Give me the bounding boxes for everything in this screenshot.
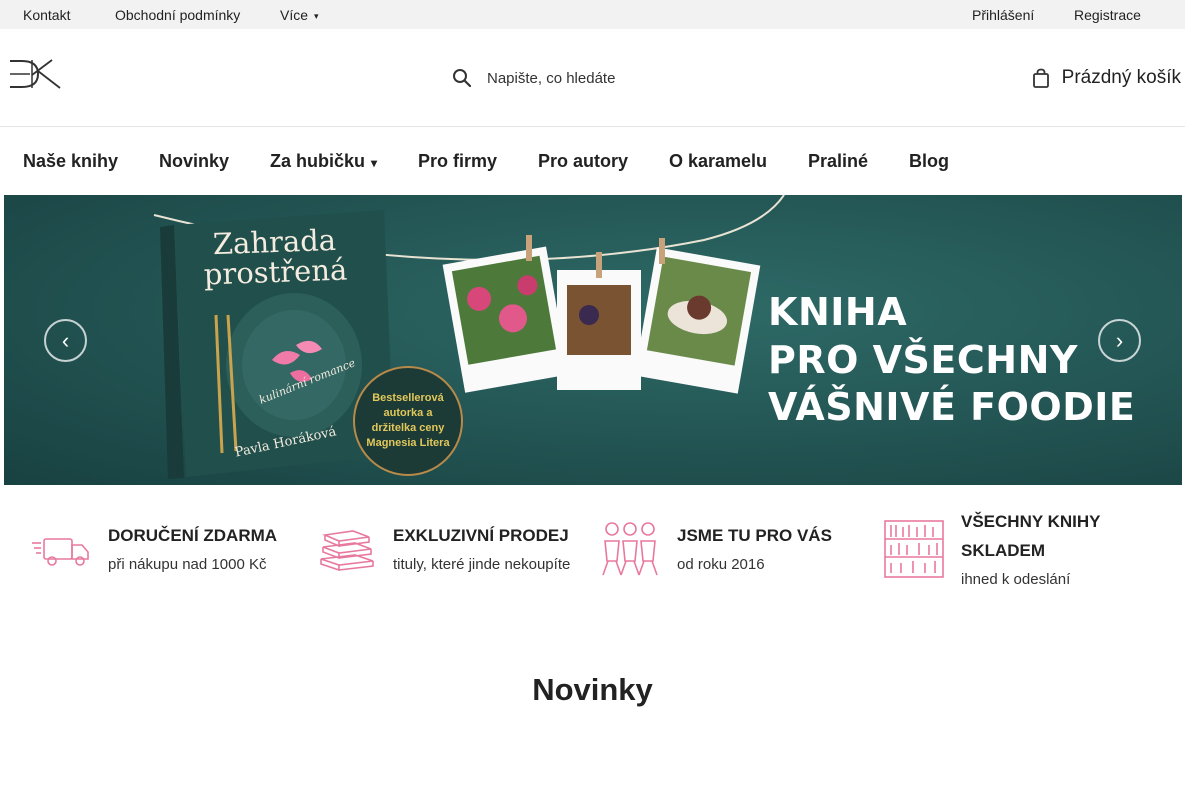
section-title-novinky: Novinky xyxy=(532,672,653,707)
nav-item-blog[interactable]: Blog xyxy=(909,151,949,172)
nav-item-nase-knihy[interactable]: Naše knihy xyxy=(23,151,118,172)
feature-subtitle: tituly, které jinde nekoupíte xyxy=(393,556,571,573)
features-strip: DORUČENÍ ZDARMA při nákupu nad 1000 Kč E… xyxy=(0,500,1185,610)
book-cover-title: Zahrada prostřená xyxy=(203,222,348,292)
award-badge-text: Bestsellerová autorka a držitelka ceny M… xyxy=(366,392,450,449)
nav-item-praline[interactable]: Praliné xyxy=(808,151,868,172)
banner-headline-line-2: PRO VŠECHNY xyxy=(768,337,1078,382)
bookshelf-icon xyxy=(884,520,944,578)
chevron-left-icon: ‹ xyxy=(61,327,70,353)
banner-headline: KNIHA PRO VŠECHNY VÁŠNIVÉ FOODIE xyxy=(768,289,1135,432)
chevron-down-icon: ▾ xyxy=(314,11,319,21)
banner-headline-line-1: KNIHA xyxy=(768,290,908,334)
search-input[interactable]: Napište, co hledáte xyxy=(487,70,615,87)
shopping-bag-icon xyxy=(1032,68,1049,88)
award-badge: Bestsellerová autorka a držitelka ceny M… xyxy=(353,366,463,476)
delivery-truck-icon xyxy=(32,538,89,566)
cart-label: Prázdný košík xyxy=(1061,67,1181,88)
feature-title: JSME TU PRO VÁS xyxy=(677,526,832,545)
site-header: Napište, co hledáte Prázdný košík xyxy=(0,29,1185,127)
nav-item-za-hubicku[interactable]: Za hubičku ▾ xyxy=(270,151,377,172)
nav-item-za-hubicku-label: Za hubičku xyxy=(270,151,366,171)
feature-support: JSME TU PRO VÁS od roku 2016 xyxy=(599,500,832,600)
search-bar[interactable]: Napište, co hledáte xyxy=(452,65,712,91)
cart-button[interactable]: Prázdný košík xyxy=(1032,65,1181,91)
topbar-more-menu[interactable]: Více ▾ xyxy=(280,7,319,23)
carousel-next-button[interactable]: › xyxy=(1098,319,1141,362)
feature-title: EXKLUZIVNÍ PRODEJ xyxy=(393,526,569,545)
logo-mark xyxy=(10,59,61,89)
feature-text: EXKLUZIVNÍ PRODEJ tituly, které jinde ne… xyxy=(393,521,570,579)
banner-headline-line-3: VÁŠNIVÉ FOODIE xyxy=(768,385,1136,429)
nav-item-pro-firmy[interactable]: Pro firmy xyxy=(418,151,497,172)
feature-exclusive-sale: EXKLUZIVNÍ PRODEJ tituly, které jinde ne… xyxy=(315,500,570,600)
feature-in-stock: VŠECHNY KNIHY SKLADEM ihned k odeslání xyxy=(883,500,1121,600)
books-stack-icon xyxy=(320,530,374,572)
topbar-link-kontakt[interactable]: Kontakt xyxy=(23,7,70,23)
carousel-prev-button[interactable]: ‹ xyxy=(44,319,87,362)
search-icon[interactable] xyxy=(452,68,472,88)
feature-title: DORUČENÍ ZDARMA xyxy=(108,526,278,545)
feature-free-delivery: DORUČENÍ ZDARMA při nákupu nad 1000 Kč xyxy=(30,500,277,600)
register-link[interactable]: Registrace xyxy=(1074,7,1141,23)
feature-text: JSME TU PRO VÁS od roku 2016 xyxy=(677,521,832,579)
chevron-right-icon: › xyxy=(1115,327,1124,353)
login-link[interactable]: Přihlášení xyxy=(972,7,1034,23)
hero-carousel[interactable]: Zahrada prostřená kulinární romance Pavl… xyxy=(4,195,1182,485)
feature-text: DORUČENÍ ZDARMA při nákupu nad 1000 Kč xyxy=(108,521,277,579)
topbar-more-label: Více xyxy=(280,7,309,23)
feature-subtitle: od roku 2016 xyxy=(677,556,765,573)
nav-item-o-karamelu[interactable]: O karamelu xyxy=(669,151,767,172)
topbar-link-terms[interactable]: Obchodní podmínky xyxy=(115,7,240,23)
chevron-down-icon: ▾ xyxy=(371,156,378,170)
feature-subtitle: ihned k odeslání xyxy=(961,570,1071,588)
site-logo[interactable] xyxy=(8,57,62,91)
top-bar: Kontakt Obchodní podmínky Více ▾ Přihláše… xyxy=(0,0,1185,29)
nav-item-novinky[interactable]: Novinky xyxy=(159,151,229,172)
feature-text: VŠECHNY KNIHY SKLADEM ihned k odeslání xyxy=(961,507,1121,594)
nav-item-pro-autory[interactable]: Pro autory xyxy=(538,151,628,172)
feature-title: VŠECHNY KNIHY SKLADEM xyxy=(961,511,1101,560)
team-icon xyxy=(602,522,658,576)
feature-subtitle: při nákupu nad 1000 Kč xyxy=(108,556,267,573)
main-navigation: Naše knihy Novinky Za hubičku ▾ Pro firmy… xyxy=(0,127,1185,195)
